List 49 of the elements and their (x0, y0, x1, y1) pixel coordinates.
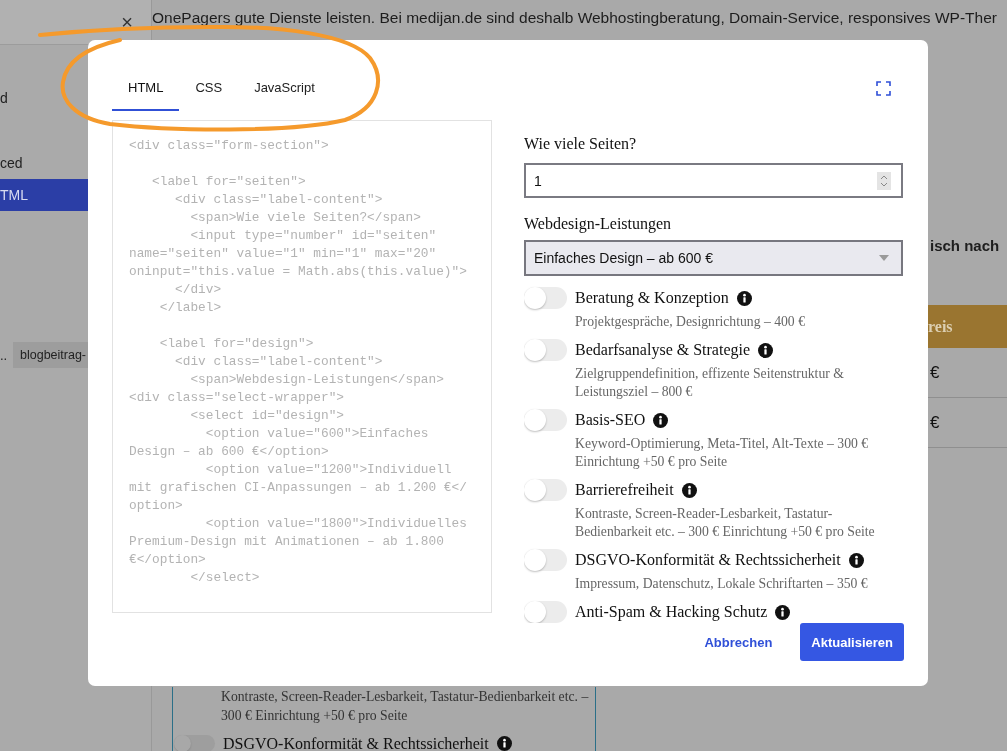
service-description: Impressum, Datenschutz, Lokale Schriftarten – 350 € (575, 575, 869, 593)
service-label: DSGVO-Konformität & Rechtssicherheit (575, 550, 841, 570)
service-description: Projektgespräche, Designrichtung – 400 € (575, 313, 806, 331)
info-icon[interactable] (775, 604, 791, 620)
tag-chip[interactable]: blogbeitrag- (13, 342, 88, 368)
code-text: <div class="form-section"> <label for="seiten"> <div class="label-content"> <span>Wie viele Seiten?</span> <input type="number" id="seiten" name="seiten" value="1" min="1" max="20" oninput="this.value = Math.abs(this.value)"> </div> </label> <label for="design"> <div class="label-content"> <span>Webdesign-Leistungen</span> <div class="select-wrapper"> <select id="design"> <option value="600">Einfaches Design – ab 600 €</option> <option value="1200">Individuell mit grafischen CI-Anpassungen – ab 1.200 €</ option> <option value="1800">Individuelles Premium-Design mit Animationen – ab 1.800 €</option> </select> (129, 137, 468, 587)
sidebar-item[interactable]: d (0, 82, 88, 114)
cancel-button[interactable]: Abbrechen (690, 623, 787, 661)
service-description: Kontraste, Screen-Reader-Lesbarkeit, Tastatur-Bedienbarkeit etc. – 300 € Einrichtung +50 € pro Seite (575, 505, 876, 541)
toggle-switch[interactable] (524, 601, 567, 623)
service-label: Bedarfsanalyse & Strategie (575, 340, 751, 361)
close-button[interactable]: × (121, 12, 133, 32)
tab[interactable]: JavaScript (238, 66, 331, 111)
section-heading: isch nach (929, 236, 1001, 256)
number-input[interactable]: 1 (524, 163, 903, 198)
caret-icon (879, 255, 889, 261)
intro-text: OnePagers gute Dienste leisten. Bei medijan.de sind deshalb Webhostingberatung, Domain-Service, responsives WP-Ther (152, 8, 998, 28)
toggle-switch[interactable] (524, 549, 567, 571)
design-select[interactable]: Einfaches Design – ab 600 € (524, 240, 903, 276)
info-icon[interactable] (496, 736, 512, 751)
info-icon[interactable] (653, 412, 669, 428)
spinner-icon[interactable] (877, 171, 891, 190)
info-icon[interactable] (848, 552, 864, 568)
service-label: Beratung & Konzeption (575, 288, 729, 309)
toggle-switch[interactable] (174, 735, 215, 751)
service-label: Barrierefreiheit (575, 480, 674, 500)
info-icon[interactable] (681, 482, 697, 498)
field-label: Webdesign-Leistungen (524, 214, 673, 234)
tab[interactable]: HTML (112, 66, 180, 111)
tab[interactable]: CSS (179, 66, 239, 111)
info-icon[interactable] (736, 290, 752, 306)
toggle-switch[interactable] (524, 287, 567, 309)
option-description: Kontraste, Screen-Reader-Lesbarkeit, Tastatur-Bedienbarkeit etc. – 300 € Einrichtung +50 € pro Seite (221, 688, 590, 725)
update-button[interactable]: Aktualisieren (800, 623, 904, 661)
toggle-switch[interactable] (524, 479, 567, 501)
service-label: Basis-SEO (575, 410, 646, 430)
toggle-switch[interactable] (524, 409, 567, 431)
service-description: Keyword-Optimierung, Meta-Titel, Alt-Texte – 300 € Einrichtung +50 € pro Seite (575, 435, 870, 471)
info-icon[interactable] (758, 342, 774, 358)
expand-icon[interactable] (876, 81, 891, 96)
service-label: Anti-Spam & Hacking Schutz (575, 602, 768, 623)
table-header: reis (928, 305, 1007, 348)
field-label: Wie viele Seiten? (524, 134, 638, 154)
breadcrumb-ellipsis: .. (0, 347, 9, 363)
toggle-switch[interactable] (524, 339, 567, 361)
sidebar-item[interactable]: ced (0, 147, 88, 179)
service-description: Zielgruppendefinition, effizente Seitenstruktur & Leistungsziel – 800 € (575, 365, 845, 401)
option-label: DSGVO-Konformität & Rechtssicherheit (223, 735, 489, 751)
sidebar-item[interactable]: TML (0, 179, 88, 211)
